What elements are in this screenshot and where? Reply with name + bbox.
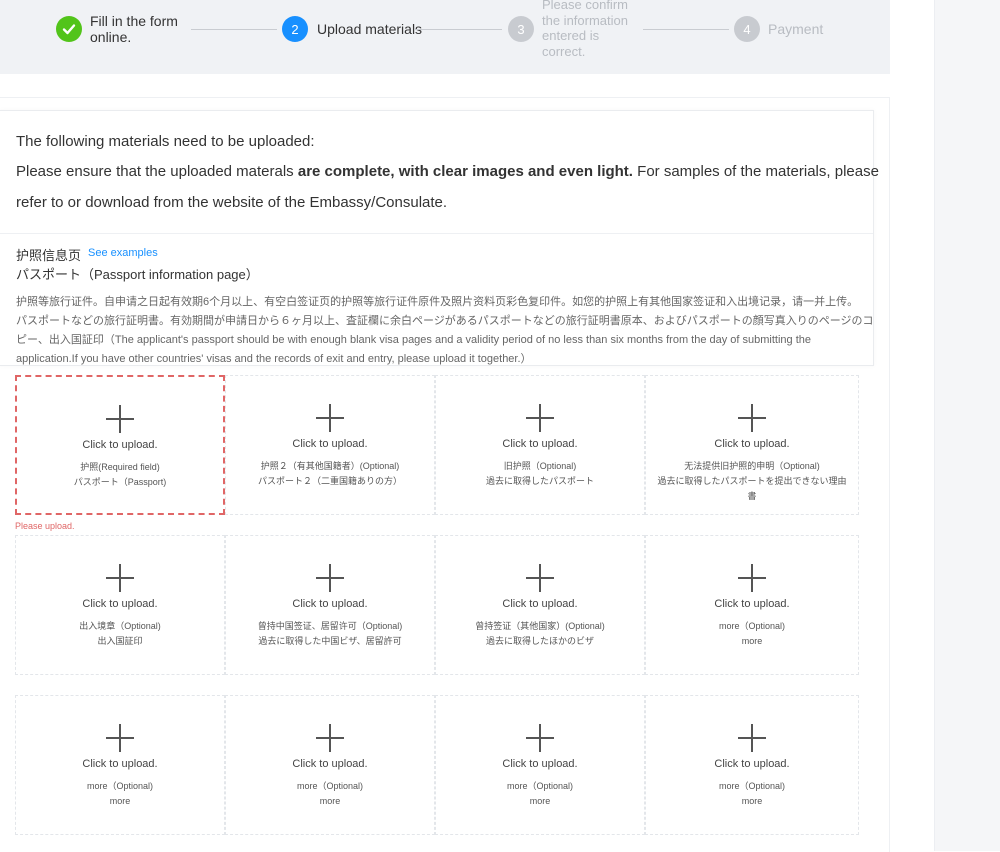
upload-tile[interactable]: Click to upload. 旧护照（Optional) 過去に取得したパスポー… [435,375,645,515]
upload-click-label: Click to upload. [714,598,790,610]
upload-tile[interactable]: Click to upload. 无法提供旧护照的申明（Optional) 過去に取… [645,375,859,515]
upload-click-label: Click to upload. [82,598,158,610]
step-connector [415,29,502,30]
section-description-line: パスポートなどの旅行証明書。有効期間が申請日から６ヶ月以上、査証欄に余白ページが… [16,315,874,327]
upload-tile-title: 曾持中国签证、居留许可（Optional) 過去に取得した中国ビザ、居留許可 [234,619,426,649]
upload-tile-title-line: 护照(Required field) [80,462,160,472]
upload-tile[interactable]: Click to upload. more（Optional) more [435,695,645,835]
upload-click-label: Click to upload. [82,439,158,451]
plus-icon [526,724,554,752]
upload-tile-title-line: more [529,796,551,806]
upload-tile[interactable]: Click to upload. 曾持签证（其他国家）(Optional) 過去に取… [435,535,645,675]
upload-tile-title-line: 過去に取得したほかのビザ [485,636,594,646]
upload-tile-title: 旧护照（Optional) 過去に取得したパスポート [444,459,636,489]
upload-click-label: Click to upload. [292,758,368,770]
upload-error-message: Please upload. [15,521,75,531]
upload-tile-title: more（Optional) more [654,779,850,809]
section-subtitle: パスポート（Passport information page） [16,267,259,282]
plus-icon [106,724,134,752]
plus-icon [738,724,766,752]
upload-tile-title-line: more [109,796,131,806]
upload-tile-title: 无法提供旧护照的申明（Optional) 過去に取得したパスポートを提出できない理… [654,459,850,504]
right-panel [934,0,1000,851]
upload-tile-title-line: more（Optional) [296,781,364,791]
upload-tile[interactable]: Click to upload. 护照(Required field) パスポート（… [15,375,225,515]
intro-heading: The following materials need to be uploa… [16,133,315,150]
upload-tile[interactable]: Click to upload. 曾持中国签证、居留许可（Optional) 過去に… [225,535,435,675]
step-3-label: Please confirm the information entered is… [542,0,628,59]
plus-icon [526,564,554,592]
see-examples-link[interactable]: See examples [88,247,158,259]
upload-click-label: Click to upload. [502,438,578,450]
divider [0,233,873,234]
step-connector [643,29,729,30]
upload-tile-title-line: more（Optional) [718,781,786,791]
upload-tile-title-line: 无法提供旧护照的申明（Optional) [684,461,820,471]
step-4-number: 4 [734,16,760,42]
upload-click-label: Click to upload. [292,438,368,450]
upload-tile-title-line: 曾持中国签证、居留许可（Optional) [257,621,403,631]
upload-tile-title: more（Optional) more [234,779,426,809]
section-description-line: application.If you have other countries'… [16,353,532,365]
upload-tile-title-line: more [741,796,763,806]
plus-icon [316,724,344,752]
step-3-number: 3 [508,16,534,42]
upload-tile-title-line: more（Optional) [86,781,154,791]
upload-tile-title: 曾持签证（其他国家）(Optional) 過去に取得したほかのビザ [444,619,636,649]
upload-tile-title: more（Optional) more [654,619,850,649]
upload-click-label: Click to upload. [292,598,368,610]
upload-tile-title-line: 過去に取得した中国ビザ、居留許可 [258,636,402,646]
upload-tile[interactable]: Click to upload. more（Optional) more [645,695,859,835]
upload-tile-title-line: パスポート（Passport) [73,477,167,487]
upload-tile-title: 出入境章（Optional) 出入国証印 [24,619,216,649]
upload-click-label: Click to upload. [502,758,578,770]
upload-tile-title: 护照(Required field) パスポート（Passport) [25,460,215,490]
step-1-check-icon [56,16,82,42]
upload-tile-title-line: more（Optional) [506,781,574,791]
upload-tile-title-line: more [319,796,341,806]
upload-tile-title-line: 旧护照（Optional) [503,461,577,471]
upload-tile-title-line: more（Optional) [718,621,786,631]
plus-icon [106,564,134,592]
step-2-label: Upload materials [317,21,423,37]
steps-bar: Fill in the form online. 2 Upload materia… [0,0,890,74]
upload-tile-title-line: 出入境章（Optional) [79,621,161,631]
step-1-label: Fill in the form online. [90,13,178,45]
upload-tile-title: more（Optional) more [24,779,216,809]
upload-tile-title-line: 過去に取得したパスポートを提出できない理由書 [657,476,847,501]
plus-icon [316,404,344,432]
intro-instructions: Please ensure that the uploaded materals… [16,163,879,180]
section-description-line: ピー、出入国証印（The applicant's passport should… [16,334,812,346]
plus-icon [316,564,344,592]
section-title: 护照信息页 [16,248,82,263]
plus-icon [738,564,766,592]
upload-tile[interactable]: Click to upload. more（Optional) more [225,695,435,835]
intro-instructions-cont: refer to or download from the website of… [16,194,448,211]
upload-tile-title-line: 出入国証印 [97,636,143,646]
upload-tile[interactable]: Click to upload. more（Optional) more [645,535,859,675]
upload-click-label: Click to upload. [714,758,790,770]
upload-tile[interactable]: Click to upload. 护照２（有其他国籍者）(Optional) パスポ… [225,375,435,515]
upload-tile-title-line: more [741,636,763,646]
step-connector [191,29,277,30]
plus-icon [106,405,134,433]
plus-icon [738,404,766,432]
upload-tile-title-line: 曾持签证（其他国家）(Optional) [475,621,605,631]
upload-click-label: Click to upload. [714,438,790,450]
step-2-number: 2 [282,16,308,42]
section-description-line: 护照等旅行证件。自申请之日起有效期6个月以上、有空白签证页的护照等旅行证件原件及… [16,296,859,308]
upload-tile-title-line: 過去に取得したパスポート [485,476,594,486]
upload-tile-title: 护照２（有其他国籍者）(Optional) パスポート２（二重国籍ありの方） [234,459,426,489]
upload-tile-title: more（Optional) more [444,779,636,809]
plus-icon [526,404,554,432]
upload-click-label: Click to upload. [502,598,578,610]
upload-tile-title-line: 护照２（有其他国籍者）(Optional) [260,461,400,471]
upload-tile[interactable]: Click to upload. 出入境章（Optional) 出入国証印 [15,535,225,675]
upload-click-label: Click to upload. [82,758,158,770]
upload-tile[interactable]: Click to upload. more（Optional) more [15,695,225,835]
upload-tile-title-line: パスポート２（二重国籍ありの方） [257,476,402,486]
step-4-label: Payment [768,21,824,37]
